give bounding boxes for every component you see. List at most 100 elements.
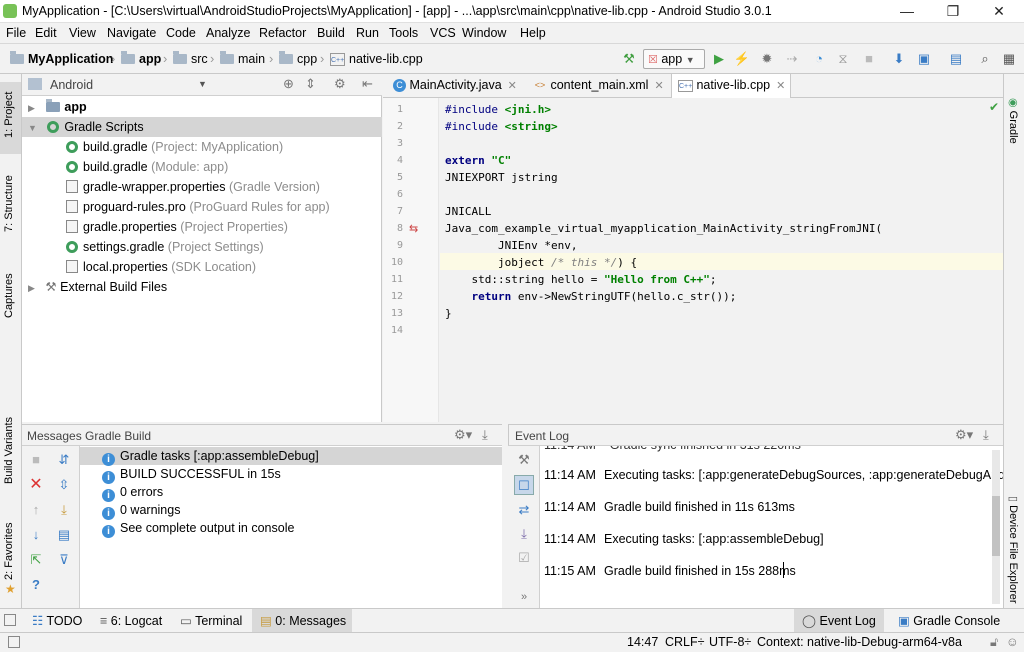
close-tab-icon[interactable]: ✕ xyxy=(508,80,517,92)
avd-manager-icon[interactable]: ▣ xyxy=(915,50,933,68)
profiler-icon[interactable]: ◔ xyxy=(810,50,828,68)
tab-messages[interactable]: ▤ 0: Messages xyxy=(252,609,352,633)
breadcrumb-file[interactable]: C++ native-lib.cpp xyxy=(330,52,423,67)
run-icon[interactable]: ▶ xyxy=(710,50,728,68)
sdk-manager-icon[interactable]: ⬇ xyxy=(890,50,908,68)
target-icon[interactable]: ⊕ xyxy=(283,76,294,92)
layout-icon[interactable]: ▦ xyxy=(1000,50,1018,68)
make-project-hammer-icon[interactable]: ⚒ xyxy=(620,50,638,68)
breadcrumb-cpp[interactable]: cpp xyxy=(279,51,317,66)
stop-icon[interactable]: ■ xyxy=(28,452,44,468)
tree-item-gradle-wrapper[interactable]: gradle-wrapper.properties (Gradle Versio… xyxy=(22,177,382,197)
balloon-icon[interactable]: ☐ xyxy=(514,475,534,495)
collapse-all-icon[interactable]: ⇳ xyxy=(56,477,72,493)
hide-icon[interactable]: ⇤ xyxy=(362,76,373,92)
restore-button[interactable]: ❐ xyxy=(930,0,976,23)
menu-navigate[interactable]: Navigate xyxy=(107,26,156,40)
settings-wrench-icon[interactable]: ⚒ xyxy=(516,452,532,468)
mark-read-icon[interactable]: ☑ xyxy=(516,550,532,566)
breadcrumb-app[interactable]: app xyxy=(121,51,161,66)
menu-analyze[interactable]: Analyze xyxy=(206,26,250,40)
gear-icon[interactable]: ⚙▾ xyxy=(955,427,973,443)
code-editor[interactable]: #include <jni.h> #include <string> exter… xyxy=(440,98,1003,422)
tree-item-gradle-properties[interactable]: gradle.properties (Project Properties) xyxy=(22,217,382,237)
tool-window-build-variants[interactable]: Build Variants xyxy=(3,417,15,484)
debug-icon[interactable]: ✹ xyxy=(758,50,776,68)
tool-window-device-file-explorer[interactable]: ▯ Device File Explorer xyxy=(1007,496,1020,604)
navigate-to-declaration-icon[interactable]: ⇆ xyxy=(409,222,418,235)
stop-icon[interactable]: ■ xyxy=(860,50,878,68)
menu-edit[interactable]: Edit xyxy=(35,26,57,40)
project-structure-icon[interactable]: ▤ xyxy=(947,50,965,68)
minimize-button[interactable]: — xyxy=(884,0,930,23)
build-context[interactable]: Context: native-lib-Debug-arm64-v8a xyxy=(757,635,962,649)
export-icon[interactable]: ⤓ xyxy=(56,502,72,518)
menu-code[interactable]: Code xyxy=(166,26,196,40)
breadcrumb-project[interactable]: MyApplication xyxy=(10,51,113,66)
chevron-down-icon[interactable]: ▼ xyxy=(198,79,207,89)
status-info-icon[interactable] xyxy=(8,636,20,648)
hide-panel-icon[interactable]: ⤓ xyxy=(983,427,989,443)
close-icon[interactable]: ✕ xyxy=(28,477,44,493)
scrollbar-thumb[interactable] xyxy=(992,496,1000,556)
collapse-icon[interactable]: ⇕ xyxy=(305,76,316,92)
tool-window-gradle[interactable]: ◉ Gradle xyxy=(1007,98,1020,144)
menu-view[interactable]: View xyxy=(69,26,96,40)
filter-icon[interactable]: ⊽ xyxy=(56,552,72,568)
open-external-icon[interactable]: ⇱ xyxy=(28,552,44,568)
tab-logcat[interactable]: ≡ 6: Logcat xyxy=(96,609,166,633)
message-row[interactable]: i BUILD SUCCESSFUL in 15s xyxy=(80,465,502,484)
tab-mainactivity-java[interactable]: C MainActivity.java ✕ xyxy=(387,74,523,98)
gear-icon[interactable]: ⚙▾ xyxy=(454,427,472,443)
tree-item-gradle-scripts[interactable]: ▼ Gradle Scripts xyxy=(22,117,382,137)
breadcrumb-main[interactable]: main xyxy=(220,51,265,66)
breadcrumb-src[interactable]: src xyxy=(173,51,208,66)
expand-all-icon[interactable]: ⇵ xyxy=(56,452,72,468)
message-row[interactable]: i0 errors xyxy=(80,483,502,502)
menu-help[interactable]: Help xyxy=(520,26,546,40)
tree-item-settings-gradle[interactable]: settings.gradle (Project Settings) xyxy=(22,237,382,257)
arrow-down-icon[interactable]: ↓ xyxy=(28,527,44,543)
file-encoding[interactable]: UTF-8÷ xyxy=(709,635,751,649)
tab-content-main-xml[interactable]: <> content_main.xml ✕ xyxy=(527,74,668,98)
menu-run[interactable]: Run xyxy=(356,26,379,40)
caret-position[interactable]: 14:47 xyxy=(627,635,658,649)
tool-window-favorites[interactable]: 2: Favorites xyxy=(3,523,15,580)
tab-todo[interactable]: ☷ TODO xyxy=(28,609,86,633)
project-view-selector[interactable]: Android xyxy=(50,78,93,92)
lock-icon[interactable]: 🔓︎ xyxy=(990,635,998,650)
menu-vcs[interactable]: VCS xyxy=(430,26,456,40)
menu-refactor[interactable]: Refactor xyxy=(259,26,306,40)
coverage-icon[interactable]: ⧖ xyxy=(834,50,852,68)
tree-item-build-gradle-module[interactable]: build.gradle (Module: app) xyxy=(22,157,382,177)
gear-icon[interactable]: ⚙ xyxy=(334,76,346,92)
search-icon[interactable]: ⌕ xyxy=(976,50,994,68)
more-icon[interactable]: » xyxy=(516,589,532,605)
close-tab-icon[interactable]: ✕ xyxy=(776,80,785,92)
menu-tools[interactable]: Tools xyxy=(389,26,418,40)
tree-item-proguard[interactable]: proguard-rules.pro (ProGuard Rules for a… xyxy=(22,197,382,217)
soft-wrap-icon[interactable]: ▤ xyxy=(56,527,72,543)
message-row[interactable]: i See complete output in console xyxy=(80,519,502,538)
run-config-dropdown[interactable]: ☒ app ▼ xyxy=(643,49,705,69)
tool-window-structure[interactable]: 7: Structure xyxy=(3,175,15,232)
message-row[interactable]: i0 warnings xyxy=(80,501,502,520)
tab-native-lib-cpp[interactable]: C++ native-lib.cpp ✕ xyxy=(671,74,791,98)
tab-gradle-console[interactable]: ▣ Gradle Console xyxy=(894,609,1004,633)
close-button[interactable]: ✕ xyxy=(976,0,1022,23)
tab-event-log[interactable]: ◯ Event Log xyxy=(794,609,884,633)
arrow-up-icon[interactable]: ↑ xyxy=(28,502,44,518)
tree-item-app[interactable]: ▶ app xyxy=(22,97,382,117)
tree-item-external-build-files[interactable]: ▶ ⚒ External Build Files xyxy=(22,277,382,297)
tree-item-local-properties[interactable]: local.properties (SDK Location) xyxy=(22,257,382,277)
tab-terminal[interactable]: ▭ Terminal xyxy=(176,609,246,633)
soft-wrap-icon[interactable]: ⇄ xyxy=(516,502,532,518)
inspector-icon[interactable]: ☺ xyxy=(1006,635,1019,649)
scroll-to-end-icon[interactable]: ⤓ xyxy=(516,526,532,542)
tool-window-captures[interactable]: Captures xyxy=(3,273,15,318)
menu-build[interactable]: Build xyxy=(317,26,345,40)
help-icon[interactable]: ? xyxy=(28,577,44,593)
message-row[interactable]: i Gradle tasks [:app:assembleDebug] xyxy=(80,447,502,466)
tree-item-build-gradle-project[interactable]: build.gradle (Project: MyApplication) xyxy=(22,137,382,157)
close-tab-icon[interactable]: ✕ xyxy=(654,80,663,92)
